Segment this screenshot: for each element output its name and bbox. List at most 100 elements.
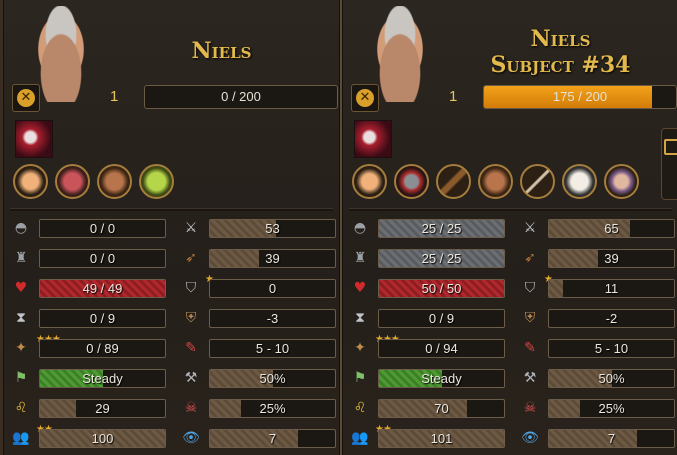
stat-bar: 11 bbox=[548, 279, 675, 298]
xp-bar: 175 / 200 bbox=[483, 85, 677, 109]
crossed-swords-icon: ✕ bbox=[17, 89, 35, 107]
stat-value: 50% bbox=[259, 371, 286, 386]
stat-value: 7 bbox=[268, 431, 277, 446]
side-toggle-button[interactable] bbox=[661, 128, 677, 200]
armor-damage-icon: ⚒ bbox=[184, 370, 198, 386]
stat-value: Steady bbox=[421, 371, 462, 386]
stat-bar: 25 / 25 bbox=[378, 249, 505, 268]
armor-damage-icon: ⚒ bbox=[523, 370, 537, 386]
arrow-icon[interactable] bbox=[520, 164, 555, 199]
xp-text: 175 / 200 bbox=[552, 89, 608, 104]
stat-value: 0 / 0 bbox=[89, 251, 116, 266]
stat-bar: 7 bbox=[548, 429, 675, 448]
club-icon[interactable] bbox=[436, 164, 471, 199]
stat-bar: 5 - 10 bbox=[548, 339, 675, 358]
sword-icon: ⚔ bbox=[523, 220, 537, 236]
stat-value: 0 / 94 bbox=[425, 341, 458, 356]
damage-icon: ✎ bbox=[185, 340, 197, 356]
hand-icon[interactable] bbox=[352, 164, 387, 199]
armor-icon: ♜ bbox=[14, 250, 28, 266]
stat-value: 39 bbox=[604, 251, 619, 266]
stat-value: 0 / 89 bbox=[86, 341, 119, 356]
stat-bar: 49 / 49 bbox=[39, 279, 166, 298]
lungs-icon[interactable] bbox=[55, 164, 90, 199]
stat-bar: Steady bbox=[39, 369, 166, 388]
stat-bar: 50% bbox=[548, 369, 675, 388]
stat-bar: 50 / 50 bbox=[378, 279, 505, 298]
stat-value: 29 bbox=[95, 401, 110, 416]
mask-icon[interactable] bbox=[562, 164, 597, 199]
level-up-badge[interactable]: ✕ bbox=[12, 84, 40, 112]
ranged-defense-icon: ⛨ bbox=[185, 310, 197, 326]
stat-bar: 25% bbox=[548, 399, 675, 418]
stat-value: 25 / 25 bbox=[421, 221, 462, 236]
stat-value: 25% bbox=[598, 401, 625, 416]
stat-bar: 39 bbox=[548, 249, 675, 268]
stat-bar: 5 - 10 bbox=[209, 339, 336, 358]
stat-bar: 29 bbox=[39, 399, 166, 418]
stat-bar: 50% bbox=[209, 369, 336, 388]
character-panel-2: Niels Subject #34 ✕ 1 175 / 200 ◓ 25 / 25 ♜ 25 /… bbox=[342, 0, 677, 455]
xp-bar: 0 / 200 bbox=[144, 85, 338, 109]
armor-icon: ♜ bbox=[353, 250, 367, 266]
stat-bar: 0 / 94 bbox=[378, 339, 505, 358]
level-up-badge[interactable]: ✕ bbox=[351, 84, 379, 112]
hand-icon[interactable] bbox=[13, 164, 48, 199]
helmet-icon: ◓ bbox=[14, 220, 28, 236]
goblin-icon[interactable] bbox=[139, 164, 174, 199]
stat-value: 50% bbox=[598, 371, 625, 386]
character-name: Niels bbox=[530, 26, 591, 52]
eye-icon: 👁 bbox=[182, 430, 200, 446]
ogre-icon[interactable] bbox=[97, 164, 132, 199]
stat-value: 11 bbox=[604, 281, 619, 296]
fist-trait-icon[interactable] bbox=[354, 120, 392, 158]
stat-value: 65 bbox=[604, 221, 619, 236]
stat-value: 70 bbox=[434, 401, 449, 416]
xp-text: 0 / 200 bbox=[221, 89, 261, 104]
helmet-icon: ◓ bbox=[353, 220, 367, 236]
fist-trait-icon[interactable] bbox=[15, 120, 53, 158]
stat-bar: -3 bbox=[209, 309, 336, 328]
stat-bar: -2 bbox=[548, 309, 675, 328]
demon-icon[interactable] bbox=[394, 164, 429, 199]
fist-icon[interactable] bbox=[604, 164, 639, 199]
stat-bar: 39 bbox=[209, 249, 336, 268]
stat-value: -2 bbox=[605, 311, 618, 326]
stat-value: 100 bbox=[91, 431, 114, 446]
ogre-icon[interactable] bbox=[478, 164, 513, 199]
stat-value: 25 / 25 bbox=[421, 251, 462, 266]
bow-icon: ➶ bbox=[185, 250, 197, 266]
stat-bar: 0 / 89 bbox=[39, 339, 166, 358]
eye-icon: 👁 bbox=[521, 430, 539, 446]
stat-value: Steady bbox=[82, 371, 123, 386]
section-divider bbox=[10, 208, 333, 211]
stat-bar: Steady bbox=[378, 369, 505, 388]
stat-bar: 7 bbox=[209, 429, 336, 448]
flag-icon: ⚑ bbox=[353, 370, 367, 386]
shield-icon: ⛉ bbox=[185, 280, 197, 296]
stat-bar: 0 / 0 bbox=[39, 219, 166, 238]
stat-value: 39 bbox=[265, 251, 280, 266]
stat-value: 50 / 50 bbox=[421, 281, 462, 296]
stat-bar: 0 / 0 bbox=[39, 249, 166, 268]
ornament-icon bbox=[664, 139, 677, 155]
character-panel-1: Niels ✕ 1 0 / 200 ◓ 0 / 0 ♜ 0 / 0 ♥ 49 / 49 ⧗ 0 / 9… bbox=[3, 0, 340, 455]
stat-value: 53 bbox=[265, 221, 280, 236]
stat-bar: 25 / 25 bbox=[378, 219, 505, 238]
stat-bar: 53 bbox=[209, 219, 336, 238]
skull-icon: ☠ bbox=[523, 400, 537, 416]
character-name: Niels bbox=[191, 38, 252, 64]
people-icon: 👥 bbox=[12, 430, 30, 446]
stat-value: -3 bbox=[266, 311, 279, 326]
hourglass-icon: ⧗ bbox=[16, 310, 26, 326]
people-icon: 👥 bbox=[351, 430, 369, 446]
stat-bar: 0 bbox=[209, 279, 336, 298]
shield-icon: ⛉ bbox=[524, 280, 536, 296]
stat-value: 0 / 9 bbox=[428, 311, 455, 326]
stat-value: 0 / 0 bbox=[89, 221, 116, 236]
bow-icon: ➶ bbox=[524, 250, 536, 266]
stat-value: 49 / 49 bbox=[82, 281, 123, 296]
section-divider bbox=[349, 208, 672, 211]
sword-icon: ⚔ bbox=[184, 220, 198, 236]
stat-bar: 70 bbox=[378, 399, 505, 418]
